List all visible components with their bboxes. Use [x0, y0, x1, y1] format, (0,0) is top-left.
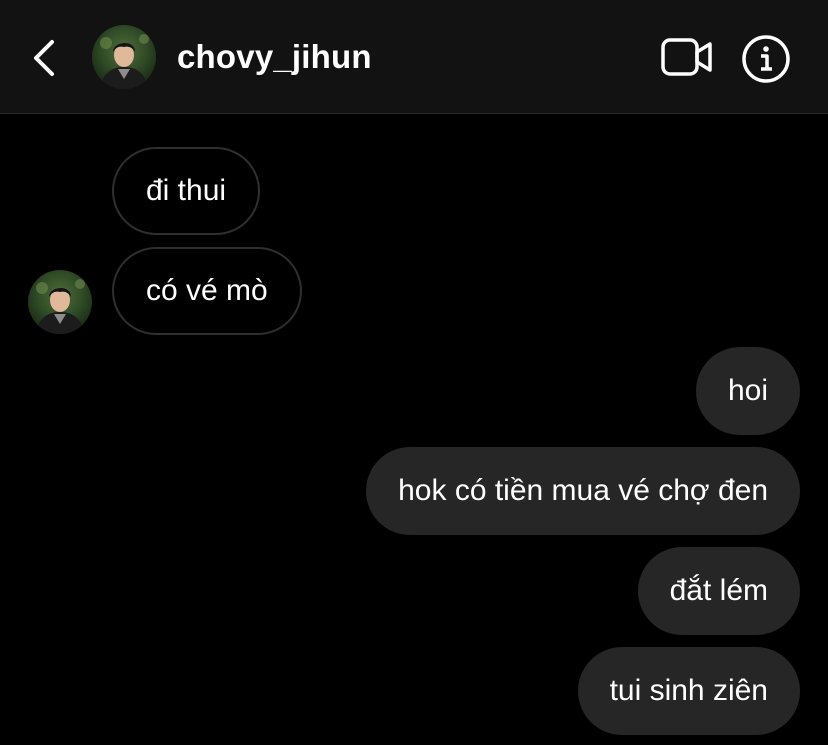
outgoing-message-bubble[interactable]: hoi	[695, 347, 800, 435]
chevron-left-icon	[34, 40, 54, 76]
chat-header: chovy_jihun	[0, 0, 828, 114]
profile-photo	[92, 25, 156, 89]
back-button[interactable]	[24, 32, 68, 84]
profile-photo	[28, 270, 92, 334]
video-call-button[interactable]	[660, 36, 714, 78]
avatar[interactable]	[92, 25, 156, 89]
incoming-message-bubble[interactable]: đi thui	[112, 147, 261, 235]
outgoing-message-bubble[interactable]: tui sinh ziên	[577, 647, 800, 735]
sender-avatar[interactable]	[28, 270, 92, 334]
info-button[interactable]	[740, 33, 792, 85]
video-camera-icon	[661, 38, 712, 76]
chat-username[interactable]: chovy_jihun	[177, 36, 372, 78]
outgoing-message-bubble[interactable]: hok có tiền mua vé chợ đen	[366, 447, 800, 535]
outgoing-message-bubble[interactable]: đắt lém	[637, 547, 800, 635]
dm-screen: chovy_jihun đi thui có vé mò hoi hok có …	[0, 0, 828, 745]
info-icon	[742, 35, 790, 83]
incoming-message-bubble[interactable]: có vé mò	[112, 247, 302, 335]
